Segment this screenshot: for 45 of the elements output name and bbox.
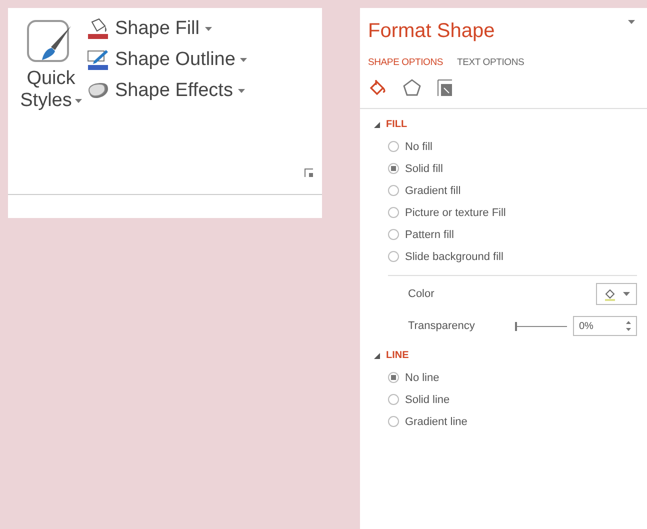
caret-icon — [238, 89, 245, 93]
radio-button[interactable] — [388, 207, 399, 218]
dialog-launcher-icon[interactable] — [304, 168, 314, 178]
pane-title: Format Shape — [368, 20, 495, 43]
caret-icon — [623, 292, 630, 296]
section-header[interactable]: LINE — [386, 350, 409, 361]
option-label[interactable]: Pattern fill — [405, 228, 454, 240]
pen-outline-icon — [86, 49, 110, 71]
radio-button[interactable] — [388, 251, 399, 262]
radio-button[interactable] — [388, 163, 399, 174]
option-label[interactable]: No fill — [405, 140, 433, 152]
option-label[interactable]: Gradient line — [405, 416, 468, 428]
quick-styles-button[interactable]: Quick Styles — [20, 18, 82, 168]
transparency-label: Transparency — [408, 320, 476, 332]
pane-menu-icon[interactable] — [628, 20, 635, 24]
caret-icon — [74, 99, 82, 103]
transparency-field[interactable]: 0% — [573, 316, 637, 336]
option-label[interactable]: Slide background fill — [405, 250, 504, 262]
shape-outline-button[interactable]: Shape Outline — [86, 49, 248, 71]
section-header[interactable]: FILL — [386, 119, 408, 130]
radio-button[interactable] — [388, 185, 399, 196]
caret-icon — [240, 58, 248, 62]
collapse-icon[interactable] — [374, 122, 380, 128]
shape-fill-button[interactable]: Shape Fill — [86, 18, 248, 40]
radio-button[interactable] — [388, 141, 399, 152]
shape-effects-button[interactable]: Shape Effects — [86, 80, 248, 102]
spinner-icon[interactable] — [626, 320, 631, 332]
shape-effects-icon — [86, 81, 110, 101]
caret-icon — [204, 27, 212, 31]
radio-button[interactable] — [388, 372, 399, 383]
option-label[interactable]: Solid line — [405, 394, 450, 406]
option-label[interactable]: Gradient fill — [405, 184, 461, 196]
pentagon-icon[interactable] — [402, 78, 422, 98]
options-tab[interactable]: SHAPE OPTIONS — [368, 57, 444, 68]
radio-button[interactable] — [388, 394, 399, 405]
option-label[interactable]: Solid fill — [405, 162, 443, 174]
collapse-icon[interactable] — [374, 352, 380, 358]
option-label[interactable]: Picture or texture Fill — [405, 206, 506, 218]
option-label[interactable]: No line — [405, 372, 440, 384]
color-picker-button[interactable] — [596, 283, 637, 305]
radio-button[interactable] — [388, 229, 399, 240]
size-properties-icon[interactable] — [436, 78, 454, 98]
options-tab[interactable]: TEXT OPTIONS — [457, 57, 524, 68]
radio-button[interactable] — [388, 416, 399, 427]
color-label: Color — [408, 288, 436, 300]
